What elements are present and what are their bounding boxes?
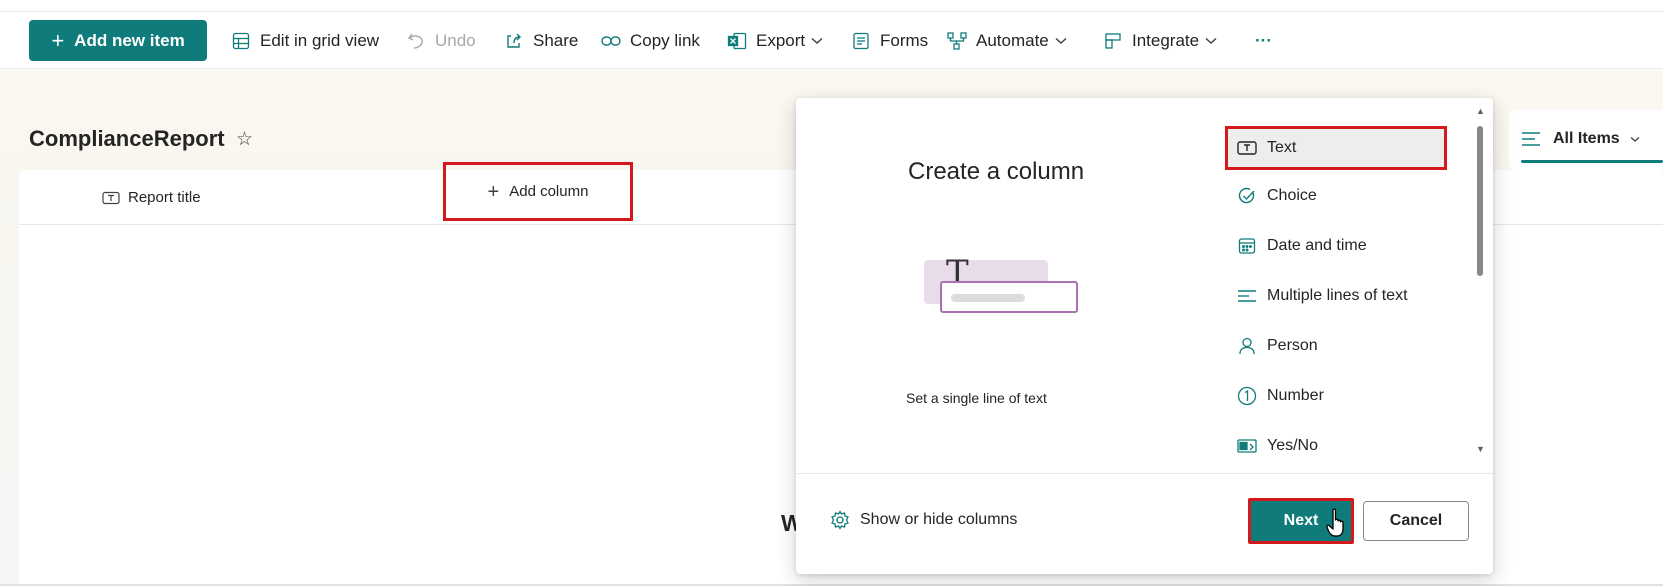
choice-icon xyxy=(1237,186,1257,206)
automate-icon xyxy=(946,30,968,52)
integrate-label: Integrate xyxy=(1132,30,1200,50)
link-icon xyxy=(600,30,622,52)
column-header-label: Report title xyxy=(128,189,201,206)
number-icon xyxy=(1237,386,1257,406)
person-icon xyxy=(1237,336,1257,356)
create-column-panel: Create a column T Set a single line of t… xyxy=(796,98,1493,574)
scroll-up-arrow-icon[interactable]: ▲ xyxy=(1476,106,1485,116)
more-options-button[interactable]: ··· xyxy=(1255,12,1272,69)
panel-scrollbar[interactable]: ▲ ▼ xyxy=(1475,104,1485,460)
show-hide-columns-link[interactable]: Show or hide columns xyxy=(830,510,1017,530)
automate-label: Automate xyxy=(976,30,1049,50)
panel-divider xyxy=(796,473,1493,474)
text-field-icon xyxy=(102,191,120,205)
column-type-person[interactable]: Person xyxy=(1229,324,1449,368)
hand-cursor-icon xyxy=(1326,508,1344,537)
yes-no-icon xyxy=(1237,436,1257,456)
chevron-down-icon xyxy=(811,37,823,45)
undo-button[interactable]: Undo xyxy=(405,12,476,69)
forms-icon xyxy=(850,30,872,52)
automate-button[interactable]: Automate xyxy=(946,12,1067,69)
column-type-text[interactable]: Text xyxy=(1225,126,1447,170)
forms-button[interactable]: Forms xyxy=(850,12,928,69)
text-column-illustration: T xyxy=(924,253,1078,313)
column-type-label: Choice xyxy=(1267,187,1317,204)
chevron-down-icon xyxy=(1630,136,1640,143)
scroll-down-arrow-icon[interactable]: ▼ xyxy=(1476,444,1485,454)
plus-icon: + xyxy=(51,27,65,53)
copy-link-label: Copy link xyxy=(630,30,700,50)
top-border xyxy=(0,0,1663,12)
view-selector[interactable]: All Items xyxy=(1509,110,1663,170)
undo-icon xyxy=(405,30,427,52)
add-new-item-label: Add new item xyxy=(74,30,185,50)
forms-label: Forms xyxy=(880,30,929,50)
scrollbar-thumb[interactable] xyxy=(1477,126,1483,276)
multiline-text-icon xyxy=(1237,286,1257,306)
add-column-label: Add column xyxy=(509,183,589,200)
chevron-down-icon xyxy=(1055,37,1067,45)
chevron-down-icon xyxy=(1205,37,1217,45)
show-hide-columns-label: Show or hide columns xyxy=(860,511,1018,528)
column-type-label: Number xyxy=(1267,387,1324,404)
edit-grid-view-label: Edit in grid view xyxy=(260,30,380,50)
export-button[interactable]: Export xyxy=(726,12,823,69)
command-bar: + Add new item Edit in grid view Undo Sh… xyxy=(0,12,1663,69)
column-type-label: Yes/No xyxy=(1267,437,1318,454)
column-type-label: Text xyxy=(1267,139,1297,156)
copy-link-button[interactable]: Copy link xyxy=(600,12,700,69)
column-type-label: Date and time xyxy=(1267,237,1367,254)
text-field-icon xyxy=(1237,138,1257,158)
view-label: All Items xyxy=(1553,130,1620,147)
plus-icon: + xyxy=(487,180,500,203)
share-label: Share xyxy=(533,30,579,50)
integrate-icon xyxy=(1102,30,1124,52)
gear-icon xyxy=(830,510,850,530)
column-type-label: Person xyxy=(1267,337,1318,354)
integrate-button[interactable]: Integrate xyxy=(1102,12,1217,69)
column-header-report-title[interactable]: Report title xyxy=(102,170,201,225)
add-new-item-button[interactable]: + Add new item xyxy=(29,20,207,61)
export-label: Export xyxy=(756,30,806,50)
list-title: ComplianceReport xyxy=(29,126,225,151)
grid-icon xyxy=(230,30,252,52)
cancel-button[interactable]: Cancel xyxy=(1363,501,1469,541)
share-icon xyxy=(503,30,525,52)
view-active-underline xyxy=(1521,160,1663,163)
excel-icon xyxy=(726,30,748,52)
more-label: ··· xyxy=(1255,30,1272,50)
column-type-list: Text Choice Date and time Multiple lines… xyxy=(1225,120,1459,460)
column-type-choice[interactable]: Choice xyxy=(1229,174,1449,218)
add-column-button[interactable]: + Add column xyxy=(443,162,633,221)
column-type-yes-no[interactable]: Yes/No xyxy=(1229,424,1449,468)
calendar-icon xyxy=(1237,236,1257,256)
panel-title: Create a column xyxy=(908,158,1085,185)
favorite-star-icon[interactable]: ☆ xyxy=(236,128,253,151)
column-type-description: Set a single line of text xyxy=(906,390,1047,406)
column-type-date-time[interactable]: Date and time xyxy=(1229,224,1449,268)
column-type-label: Multiple lines of text xyxy=(1267,287,1408,304)
share-button[interactable]: Share xyxy=(503,12,578,69)
column-type-multiline[interactable]: Multiple lines of text xyxy=(1229,274,1449,318)
undo-label: Undo xyxy=(435,30,476,50)
column-type-number[interactable]: Number xyxy=(1229,374,1449,418)
list-view-icon xyxy=(1521,130,1541,148)
edit-grid-view-button[interactable]: Edit in grid view xyxy=(230,12,379,69)
